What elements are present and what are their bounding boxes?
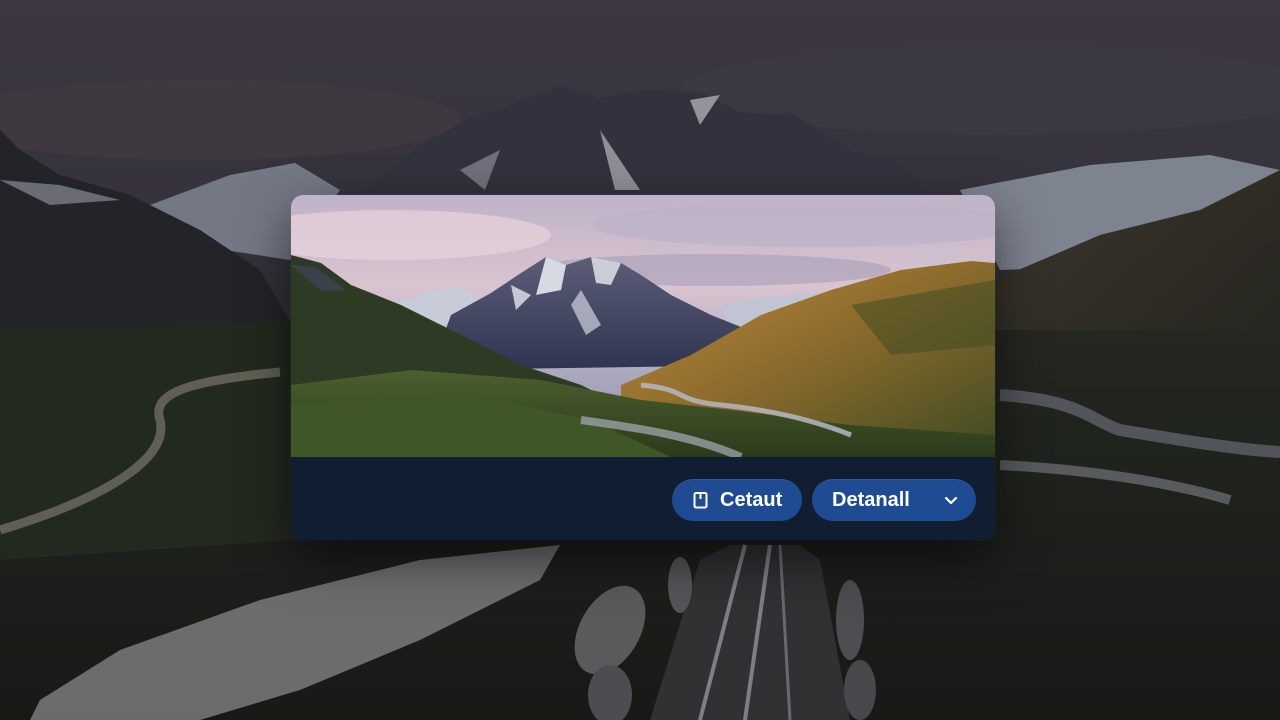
chevron-down-icon	[944, 496, 958, 505]
document-icon	[693, 492, 708, 509]
mountain-landscape-image	[291, 195, 995, 457]
preview-image	[291, 195, 995, 457]
details-dropdown-button[interactable]: Detanall	[812, 479, 976, 521]
default-button[interactable]: Cetaut	[672, 479, 802, 521]
details-button-label: Detanall	[832, 488, 910, 511]
default-button-label: Cetaut	[720, 488, 783, 511]
image-preview-dialog: Cetaut Detanall	[291, 195, 995, 540]
dialog-action-bar: Cetaut Detanall	[291, 457, 995, 540]
desktop-background: Cetaut Detanall	[0, 0, 1280, 720]
